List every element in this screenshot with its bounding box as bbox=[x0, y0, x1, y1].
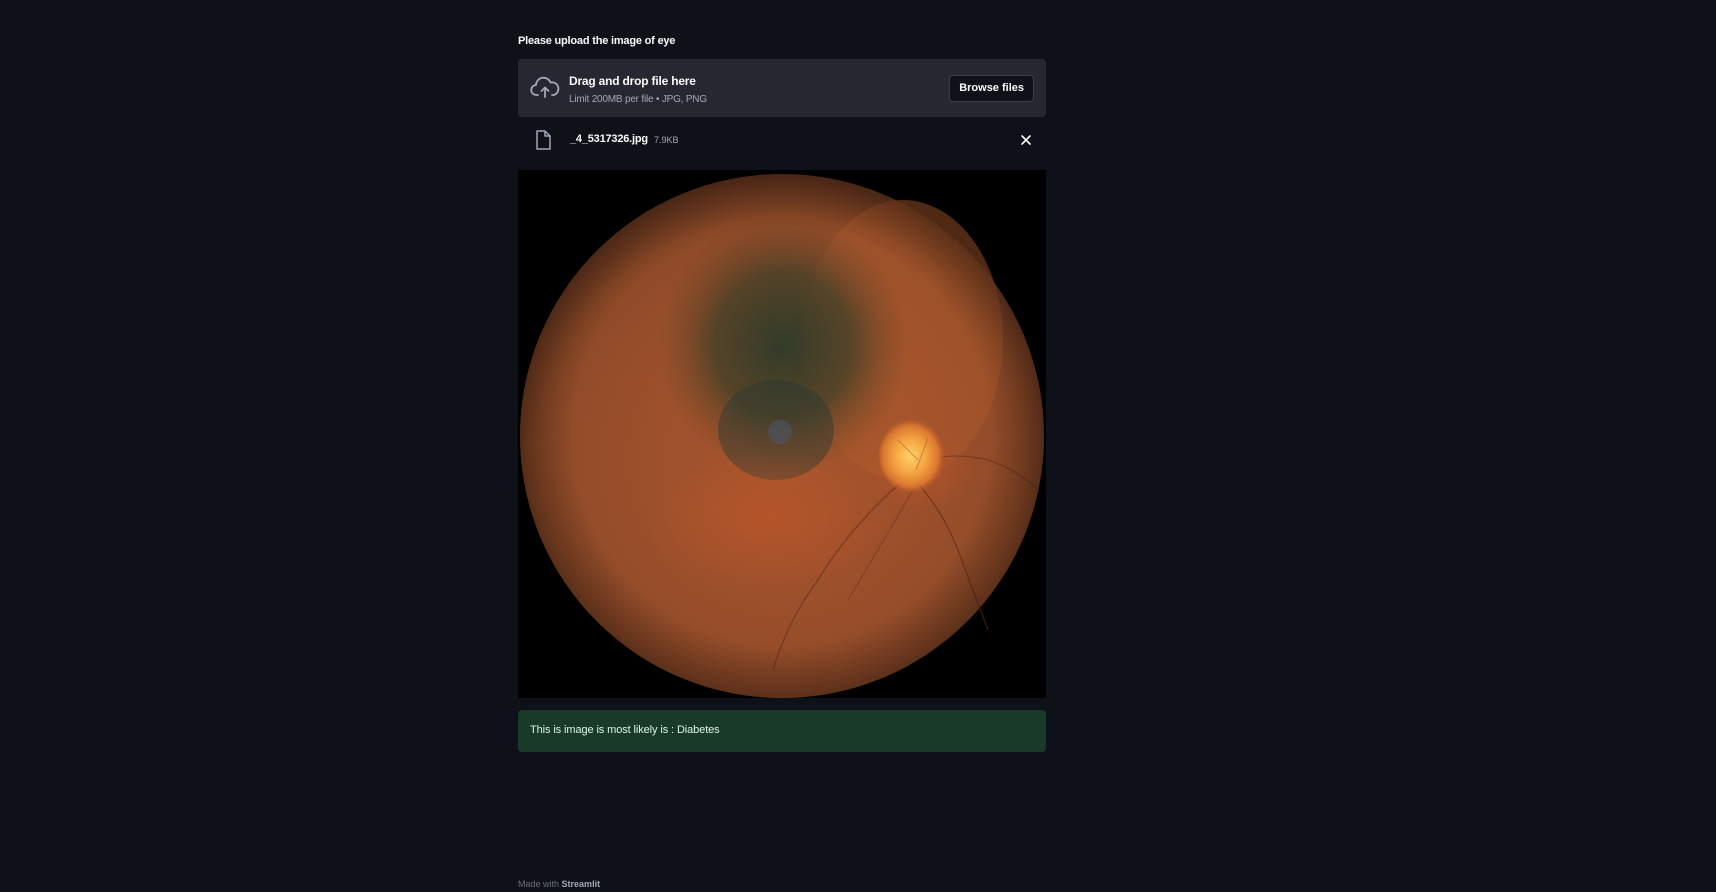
uploaded-eye-image bbox=[518, 170, 1046, 698]
uploaded-file-size: 7.9KB bbox=[654, 135, 679, 145]
retina-fundus-image bbox=[520, 174, 1044, 698]
close-icon[interactable] bbox=[1019, 133, 1033, 147]
footer-streamlit-link[interactable]: Streamlit bbox=[562, 879, 601, 889]
dropzone-title: Drag and drop file here bbox=[569, 74, 696, 88]
uploader-label: Please upload the image of eye bbox=[518, 35, 676, 47]
dropzone-limit-text: Limit 200MB per file • JPG, PNG bbox=[569, 94, 707, 105]
uploaded-file-row: _4_5317326.jpg 7.9KB bbox=[518, 127, 1046, 153]
app-page: Please upload the image of eye Drag and … bbox=[0, 0, 1716, 892]
footer: Made with Streamlit bbox=[518, 879, 600, 889]
prediction-result-text: This is image is most likely is : Diabet… bbox=[530, 724, 720, 736]
file-icon bbox=[536, 130, 551, 150]
browse-files-button[interactable]: Browse files bbox=[949, 75, 1034, 102]
file-dropzone[interactable]: Drag and drop file here Limit 200MB per … bbox=[518, 59, 1046, 117]
footer-prefix: Made with bbox=[518, 879, 560, 889]
cloud-upload-icon bbox=[530, 76, 560, 98]
uploaded-file-name: _4_5317326.jpg bbox=[570, 133, 648, 145]
prediction-result-alert: This is image is most likely is : Diabet… bbox=[518, 710, 1046, 752]
